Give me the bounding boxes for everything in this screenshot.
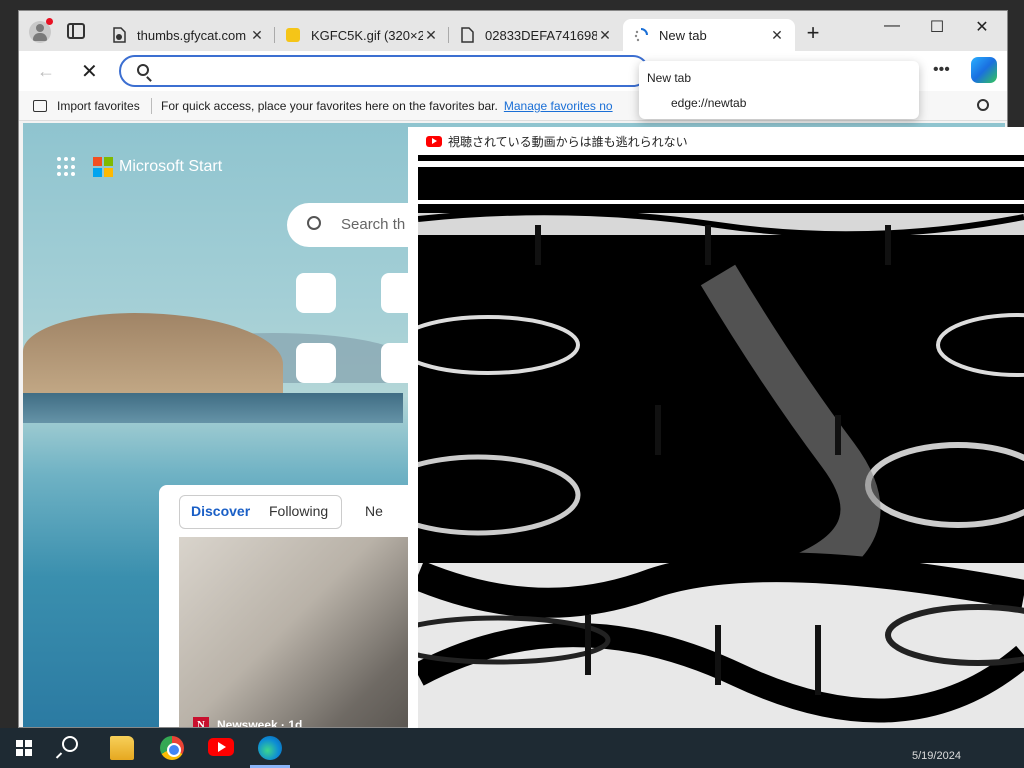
document-icon <box>111 27 127 43</box>
minimize-button[interactable]: — <box>877 17 907 37</box>
tab-thumbs-gfycat[interactable]: thumbs.gfycat.com ✕ <box>101 19 275 51</box>
address-bar[interactable] <box>119 55 649 87</box>
video-window[interactable]: 視聴されている動画からは誰も逃れられない <box>408 127 1024 761</box>
tab-following[interactable]: Following <box>269 503 328 519</box>
news-source-label: Newsweek · 1d <box>217 718 303 728</box>
gif-icon <box>285 27 301 43</box>
video-title-bar: 視聴されている動画からは誰も逃れられない <box>418 127 1024 155</box>
import-favorites-label: Import favorites <box>57 99 140 113</box>
background-shore <box>23 393 403 423</box>
import-favorites-button[interactable]: Import favorites <box>33 99 140 113</box>
address-suggestions-dropdown: New tab edge://newtab <box>639 61 919 119</box>
microsoft-logo-icon <box>93 157 113 177</box>
background-hill <box>23 313 283 403</box>
copilot-icon[interactable] <box>971 57 997 83</box>
taskbar-clock[interactable]: 5/19/2024 <box>912 750 961 762</box>
tab-title: New tab <box>659 27 707 43</box>
close-tab-icon[interactable]: ✕ <box>769 27 785 44</box>
document-icon <box>459 27 475 43</box>
edge-icon[interactable] <box>258 736 282 760</box>
favorites-hint: For quick access, place your favorites h… <box>161 99 613 113</box>
favorites-separator <box>151 98 152 114</box>
news-source: N Newsweek · 1d <box>193 717 303 728</box>
suggestion-title[interactable]: New tab <box>647 71 691 85</box>
manage-favorites-link[interactable]: Manage favorites no <box>504 99 613 113</box>
close-tab-icon[interactable]: ✕ <box>597 27 613 44</box>
new-tab-button[interactable]: + <box>803 22 823 44</box>
close-tab-icon[interactable]: ✕ <box>423 27 439 44</box>
tab-02833[interactable]: 02833DEFA741698E ✕ <box>449 19 623 51</box>
close-tab-icon[interactable]: ✕ <box>249 27 265 44</box>
more-options-icon[interactable]: ••• <box>933 61 950 79</box>
favorites-search-icon[interactable] <box>977 99 989 111</box>
tab-title: thumbs.gfycat.com <box>137 27 247 43</box>
back-arrow-icon[interactable]: ← <box>37 61 55 82</box>
tab-news[interactable]: Ne <box>365 503 383 519</box>
search-icon <box>137 64 149 76</box>
import-icon <box>33 100 47 112</box>
quick-link-tile[interactable] <box>296 273 336 313</box>
tab-title: KGFC5K.gif (320×21 <box>311 27 423 43</box>
loading-icon <box>633 27 649 43</box>
favorites-hint-text: For quick access, place your favorites h… <box>161 99 498 113</box>
file-explorer-icon[interactable] <box>110 736 134 760</box>
glitched-video-frame <box>418 155 1024 761</box>
brand-label: Microsoft Start <box>119 158 223 175</box>
search-icon <box>307 216 321 230</box>
search-placeholder: Search th <box>341 216 406 233</box>
notification-dot <box>46 18 53 25</box>
close-window-button[interactable]: ✕ <box>967 17 997 37</box>
tab-new-tab[interactable]: New tab ✕ <box>623 19 795 51</box>
quick-link-tile[interactable] <box>296 343 336 383</box>
profile-icon[interactable] <box>29 18 53 43</box>
microsoft-start-header: Microsoft Start <box>57 157 222 177</box>
maximize-button[interactable]: ☐ <box>922 17 952 37</box>
stop-loading-icon[interactable]: ✕ <box>81 59 98 84</box>
newsweek-logo-icon: N <box>193 717 209 727</box>
app-launcher-icon[interactable] <box>57 157 77 177</box>
youtube-icon <box>426 135 442 147</box>
taskbar-search-icon[interactable] <box>62 736 78 752</box>
tab-title: 02833DEFA741698E <box>485 27 597 43</box>
suggestion-url[interactable]: edge://newtab <box>671 96 746 110</box>
youtube-app-icon[interactable] <box>208 738 234 756</box>
tab-gif[interactable]: KGFC5K.gif (320×21 ✕ <box>275 19 449 51</box>
tab-strip: thumbs.gfycat.com ✕ KGFC5K.gif (320×21 ✕… <box>19 11 1007 51</box>
tab-discover[interactable]: Discover <box>191 503 250 519</box>
video-title: 視聴されている動画からは誰も逃れられない <box>448 134 688 149</box>
windows-start-icon[interactable] <box>16 740 32 756</box>
taskbar: 5/19/2024 <box>0 728 1024 768</box>
video-window-edge <box>408 127 418 761</box>
chrome-icon[interactable] <box>160 736 184 760</box>
tab-actions-icon[interactable] <box>67 23 85 39</box>
